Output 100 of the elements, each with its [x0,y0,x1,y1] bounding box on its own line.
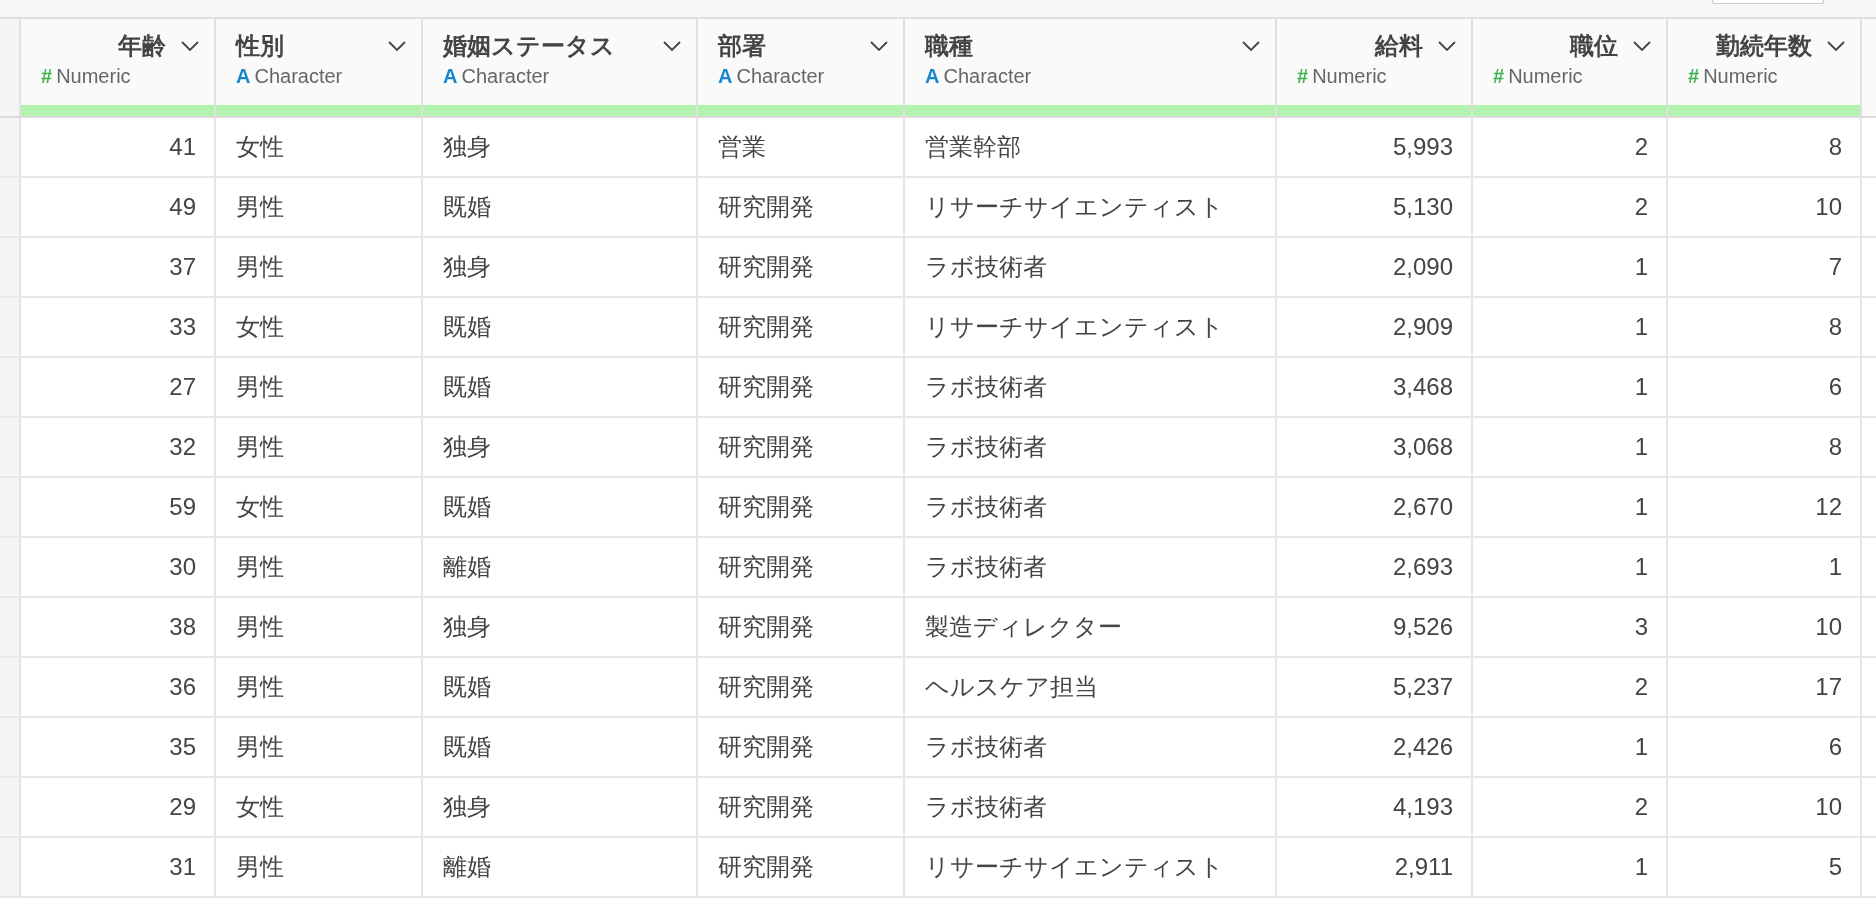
column-title: 勤続年数 [1716,31,1812,61]
chevron-down-icon[interactable] [1826,40,1846,52]
table-cell: ラボ技術者 [905,478,1277,538]
table-cell: 5,993 [1277,118,1473,178]
table-cell: 3,068 [1277,418,1473,478]
table-cell: ヘルスケア担当 [905,658,1277,718]
table-cell: 17 [1668,658,1862,718]
table-cell: ラボ技術者 [905,538,1277,598]
chevron-down-icon[interactable] [1632,40,1652,52]
table-cell: ラボ技術者 [905,238,1277,298]
table-cell: 2,909 [1277,298,1473,358]
column-title: 給料 [1375,31,1423,61]
column-header[interactable]: 職種 A Character [905,19,1277,118]
table-cell: リサーチサイエンティスト [905,178,1277,238]
table-cell: ラボ技術者 [905,718,1277,778]
chevron-down-icon[interactable] [180,40,200,52]
table-cell: 男性 [216,238,423,298]
type-label: Numeric [1508,65,1583,88]
table-cell: 1 [1473,478,1668,538]
column-header[interactable]: 給料 # Numeric [1277,19,1473,118]
type-label: Character [254,65,343,88]
column-header[interactable]: 性別 A Character [216,19,423,118]
column-header[interactable]: 年齢 # Numeric [21,19,216,118]
hash-icon: # [41,65,53,88]
chevron-down-icon[interactable] [662,40,682,52]
table-cell: 12 [1668,478,1862,538]
table-cell: ラボ技術者 [905,358,1277,418]
column-title: 婚姻ステータス [443,31,616,61]
table-cell: 既婚 [423,358,698,418]
table-cell: 2,670 [1277,478,1473,538]
table-cell: ラボ技術者 [905,778,1277,838]
table-cell: 38 [21,598,216,658]
table-cell: 41 [21,118,216,178]
table-cell: 研究開発 [698,418,905,478]
chevron-down-icon[interactable] [387,40,407,52]
table-cell: 女性 [216,778,423,838]
table-cell: 1 [1473,238,1668,298]
table-cell: リサーチサイエンティスト [905,838,1277,898]
table-cell: 男性 [216,178,423,238]
table-cell: 営業 [698,118,905,178]
table-cell: 10 [1668,598,1862,658]
table-cell: 30 [21,538,216,598]
column-header[interactable]: 職位 # Numeric [1473,19,1668,118]
table-cell: リサーチサイエンティスト [905,298,1277,358]
table-cell: 女性 [216,478,423,538]
table-cell: 研究開発 [698,658,905,718]
table-cell: 8 [1668,298,1862,358]
type-label: Numeric [1703,65,1778,88]
table-cell: 2 [1473,778,1668,838]
column-title: 職位 [1570,31,1618,61]
chevron-down-icon[interactable] [869,40,889,52]
table-cell: 研究開発 [698,478,905,538]
chevron-down-icon[interactable] [1437,40,1457,52]
table-cell: 男性 [216,598,423,658]
table-cell: 1 [1473,538,1668,598]
table-cell: 1 [1473,358,1668,418]
table-cell: 8 [1668,418,1862,478]
table-cell: 男性 [216,418,423,478]
letter-icon: A [718,65,733,88]
table-cell: 31 [21,838,216,898]
table-cell: 既婚 [423,478,698,538]
table-cell: 既婚 [423,658,698,718]
table-cell: 7 [1668,238,1862,298]
column-header[interactable]: 勤続年数 # Numeric [1668,19,1862,118]
column-title: 職種 [925,31,974,61]
table-cell: 27 [21,358,216,418]
table-cell: 2,426 [1277,718,1473,778]
type-label: Character [943,65,1032,88]
column-title: 年齢 [118,31,166,61]
letter-icon: A [443,65,458,88]
table-cell: 独身 [423,418,698,478]
chevron-down-icon[interactable] [1241,40,1261,52]
table-cell: 製造ディレクター [905,598,1277,658]
hash-icon: # [1688,65,1700,88]
table-cell: 男性 [216,838,423,898]
table-cell: 研究開発 [698,298,905,358]
column-header[interactable]: 婚姻ステータス A Character [423,19,698,118]
table-cell: 独身 [423,118,698,178]
table-cell: 32 [21,418,216,478]
table-cell: 研究開発 [698,778,905,838]
table-cell: 2 [1473,178,1668,238]
table-cell: 男性 [216,658,423,718]
table-cell: 35 [21,718,216,778]
table-cell: 既婚 [423,718,698,778]
table-cell: 3 [1473,598,1668,658]
table-cell: 既婚 [423,298,698,358]
type-label: Character [736,65,825,88]
table-cell: 10 [1668,178,1862,238]
table-cell: 独身 [423,598,698,658]
table-cell: 女性 [216,118,423,178]
table-cell: 研究開発 [698,838,905,898]
column-header[interactable]: 部署 A Character [698,19,905,118]
table-cell: 5,130 [1277,178,1473,238]
letter-icon: A [925,65,940,88]
table-cell: 5,237 [1277,658,1473,718]
table-cell: 49 [21,178,216,238]
table-cell: 離婚 [423,838,698,898]
table-cell: 営業幹部 [905,118,1277,178]
table-cell: 男性 [216,358,423,418]
table-cell: ラボ技術者 [905,418,1277,478]
